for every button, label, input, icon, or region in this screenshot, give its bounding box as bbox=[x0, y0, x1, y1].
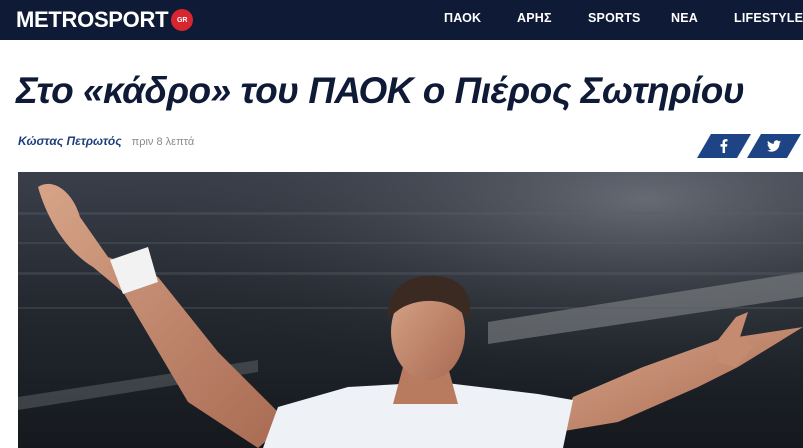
share-facebook-button[interactable] bbox=[697, 134, 751, 158]
nav-item-paok[interactable]: ΠΑΟΚ bbox=[444, 11, 481, 25]
article-hero-image bbox=[18, 172, 803, 448]
article-author[interactable]: Κώστας Πετρωτός bbox=[18, 134, 122, 148]
article-meta: Κώστας Πετρωτός πριν 8 λεπτά bbox=[18, 134, 194, 150]
nav-item-nea[interactable]: ΝΕΑ bbox=[671, 11, 698, 25]
twitter-icon bbox=[767, 139, 781, 153]
nav-item-lifestyle[interactable]: LIFESTYLE bbox=[734, 11, 803, 25]
hero-photo bbox=[18, 172, 803, 448]
main-nav: ΠΑΟΚ ΑΡΗΣ SPORTS ΝΕΑ LIFESTYLE bbox=[0, 0, 803, 40]
share-twitter-button[interactable] bbox=[747, 134, 801, 158]
nav-item-aris[interactable]: ΑΡΗΣ bbox=[517, 11, 552, 25]
facebook-icon bbox=[717, 139, 731, 153]
site-header: METROSPORT GR ΠΑΟΚ ΑΡΗΣ SPORTS ΝΕΑ LIFES… bbox=[0, 0, 803, 40]
article-time: πριν 8 λεπτά bbox=[131, 136, 195, 148]
share-buttons bbox=[697, 134, 801, 158]
article-headline: Στο «κάδρο» του ΠΑΟΚ ο Πιέρος Σωτηρίου bbox=[16, 70, 745, 111]
nav-item-sports[interactable]: SPORTS bbox=[588, 11, 641, 25]
